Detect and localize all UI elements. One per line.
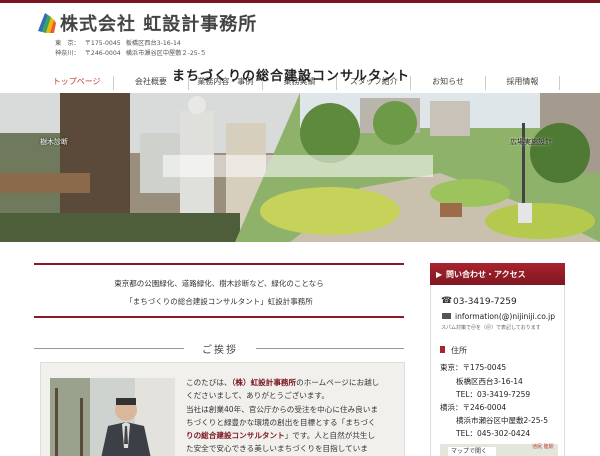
address-marker-icon — [440, 346, 445, 353]
greeting-divider-right — [256, 348, 404, 349]
hero-caption: まちづくりの総合建設コンサルタント — [172, 69, 411, 84]
intro-bottom-rule — [34, 316, 404, 318]
nav-item-news[interactable]: お知らせ — [410, 76, 484, 90]
intro-top-rule — [34, 263, 404, 265]
nav-item-recruit[interactable]: 採用情報 — [484, 76, 560, 90]
yokohama-postal: 横浜：〒246-0004 — [440, 403, 507, 412]
map-station-label: 池尻 陸駅 — [532, 444, 554, 450]
company-name[interactable]: 株式会社 虹設計事務所 — [60, 10, 257, 36]
hero-label-right: 広場実施設計 — [510, 138, 552, 146]
greeting-line-5: りの総合建設コンサルタント」です。人と自然が共生し — [186, 431, 376, 441]
intro-line-1: 東京都の公園緑化、道路緑化、樹木診断など、緑化のことなら — [114, 279, 324, 288]
tokyo-address: 板橋区西台3-16-14 — [456, 377, 523, 386]
phone-icon: ☎ — [441, 296, 453, 306]
president-photo — [50, 378, 175, 456]
hero-label-left: 樹木診断 — [40, 138, 68, 146]
email-address[interactable]: information(@)nijiniji.co.jp — [455, 312, 555, 321]
rainbow-logo-icon[interactable] — [36, 11, 56, 33]
yokohama-tel[interactable]: TEL：045-302-0424 — [456, 428, 530, 439]
address-kanagawa: 神奈川： 〒246-0004 横浜市瀬谷区中屋敷２-25-５ — [55, 50, 207, 57]
address-tokyo: 東 京： 〒175-0045 板橋区西台3-16-14 — [55, 40, 181, 47]
intro-line-2: 「まちづくりの総合建設コンサルタント」虹設計事務所 — [125, 297, 313, 306]
greeting-divider-left — [34, 348, 184, 349]
nav-item-top[interactable]: トップページ — [40, 76, 113, 90]
greeting-heading: ご挨拶 — [202, 345, 238, 356]
mail-icon — [442, 313, 451, 319]
top-accent-line — [0, 0, 600, 3]
greeting-line-4: ちづくりと緑豊かな環境の創出を目標とする「まちづく — [186, 417, 376, 427]
greeting-line-1: このたびは、（株）虹設計事務所のホームページにお越し — [186, 378, 380, 387]
phone-number[interactable]: 03-3419-7259 — [453, 297, 517, 307]
hero-caption-band — [163, 155, 433, 177]
sidebar-title: 問い合わせ・アクセス — [446, 270, 526, 279]
greeting-line-3: 当社は創業40年、官公庁からの受注を中心に住み良いま — [186, 404, 378, 414]
yokohama-address: 横浜市瀬谷区中屋敷2-25-5 — [456, 416, 548, 425]
spam-note: スパム対策で＠を（＠）で表記しております — [441, 325, 541, 331]
tokyo-tel[interactable]: TEL：03-3419-7259 — [456, 389, 530, 400]
address-heading: 住所 — [451, 346, 467, 355]
greeting-line-2: くださいまして、ありがとうございます。 — [186, 391, 329, 401]
company-link[interactable]: （株）虹設計事務所 — [232, 378, 297, 387]
tokyo-postal: 東京：〒175-0045 — [440, 363, 507, 372]
greeting-line-6: た安全で安心できる美しいまちづくりを目指していま — [186, 444, 368, 454]
open-map-button[interactable]: マップで開く — [448, 447, 496, 456]
hero-image — [0, 93, 600, 242]
chevron-right-icon: ▶ — [436, 270, 443, 279]
greeting-text: このたびは、（株）虹設計事務所のホームページにお越し くださいまして、ありがとう… — [186, 376, 401, 456]
